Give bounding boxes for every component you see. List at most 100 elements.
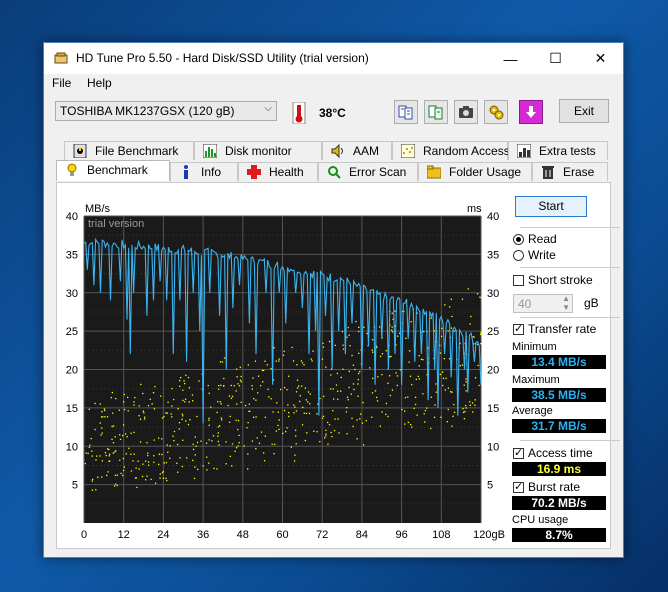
access-time-point: [230, 384, 232, 387]
tab-extra-tests[interactable]: Extra tests: [508, 141, 608, 160]
access-time-point: [286, 388, 288, 391]
burst-rate-checkbox[interactable]: [513, 480, 524, 493]
access-time-point: [418, 365, 420, 367]
access-time-point: [409, 350, 411, 352]
access-time-point: [137, 460, 139, 462]
short-stroke-spinner[interactable]: 40 ▲ ▼: [513, 294, 573, 313]
tab-health[interactable]: Health: [238, 162, 318, 181]
access-time-point: [407, 421, 410, 424]
close-button[interactable]: ✕: [578, 43, 623, 74]
access-time-point: [301, 385, 303, 387]
title-bar[interactable]: HD Tune Pro 5.50 - Hard Disk/SSD Utility…: [44, 43, 623, 74]
tab-erase[interactable]: Erase: [532, 162, 608, 181]
menu-file[interactable]: File: [52, 76, 71, 90]
access-time-point: [119, 459, 121, 461]
transfer-rate-checkbox[interactable]: [513, 322, 524, 335]
menu-help[interactable]: Help: [87, 76, 112, 90]
copy-all-button[interactable]: [424, 100, 448, 124]
access-time-point: [144, 460, 147, 462]
access-time-point: [100, 416, 103, 418]
tab-benchmark[interactable]: Benchmark: [56, 160, 170, 181]
access-time-checkbox[interactable]: [513, 446, 524, 459]
write-radio[interactable]: [513, 250, 524, 261]
maximize-button[interactable]: ☐: [533, 43, 578, 74]
access-time-point: [283, 409, 286, 412]
access-time-point: [109, 453, 111, 455]
access-time-point: [476, 293, 479, 295]
access-time-point: [362, 401, 364, 404]
access-time-point: [465, 407, 467, 409]
access-time-point: [423, 413, 425, 415]
access-time-point: [212, 435, 215, 437]
tab-file-benchmark[interactable]: File Benchmark: [64, 141, 194, 160]
access-time-point: [181, 465, 184, 468]
access-time-point: [114, 436, 116, 438]
access-time-point: [84, 462, 86, 465]
tab-aam[interactable]: AAM: [322, 141, 392, 160]
access-time-point: [237, 383, 239, 385]
screenshot-button[interactable]: [454, 100, 478, 124]
start-button[interactable]: Start: [515, 196, 587, 217]
copy-info-button[interactable]: [394, 100, 418, 124]
access-time-point: [295, 391, 298, 393]
access-time-point: [256, 437, 258, 439]
exit-button[interactable]: Exit: [559, 99, 609, 123]
access-time-point: [346, 396, 349, 398]
minimize-button[interactable]: —: [488, 43, 533, 74]
access-time-point: [439, 352, 442, 354]
access-time-point: [328, 424, 331, 426]
access-time-point: [221, 419, 223, 421]
access-time-point: [195, 445, 197, 447]
access-time-point: [116, 484, 118, 487]
access-time-point: [251, 388, 254, 390]
access-time-point: [115, 450, 117, 452]
access-time-point: [376, 346, 378, 349]
tab-error-scan[interactable]: Error Scan: [318, 162, 418, 181]
access-time-point: [87, 452, 89, 455]
access-time-point: [306, 432, 308, 434]
drive-dropdown[interactable]: TOSHIBA MK1237GSX (120 gB) ⌵: [55, 101, 277, 121]
spin-down-icon[interactable]: ▼: [562, 303, 570, 312]
access-time-point: [235, 447, 238, 449]
access-time-point: [173, 430, 176, 433]
access-time-point: [91, 478, 94, 481]
tab-folder-usage[interactable]: Folder Usage: [418, 162, 532, 181]
access-time-point: [409, 375, 412, 377]
access-time-point: [88, 446, 91, 448]
access-time-point: [206, 469, 208, 471]
access-time-point: [477, 364, 479, 367]
access-time-point: [391, 326, 393, 328]
tab-random-access[interactable]: Random Access: [392, 141, 510, 160]
tab-disk-monitor[interactable]: Disk monitor: [194, 141, 322, 160]
access-time-point: [388, 375, 391, 377]
access-time-point: [282, 432, 284, 435]
save-button[interactable]: [519, 100, 543, 124]
spin-up-icon[interactable]: ▲: [562, 294, 570, 303]
access-time-point: [346, 336, 348, 338]
access-time-point: [206, 456, 208, 458]
y-right-tick-label: 15: [487, 403, 499, 415]
access-time-point: [332, 388, 334, 390]
access-time-point: [119, 434, 121, 436]
access-time-point: [356, 438, 358, 440]
access-time-point: [223, 377, 225, 380]
access-time-point: [446, 421, 448, 423]
options-button[interactable]: [484, 100, 508, 124]
access-time-point: [122, 401, 125, 403]
short-stroke-checkbox[interactable]: [513, 275, 524, 286]
access-time-point: [323, 395, 325, 398]
access-time-point: [192, 443, 194, 445]
access-time-point: [237, 419, 240, 422]
access-time-point: [285, 430, 287, 433]
access-time-point: [272, 411, 274, 413]
access-time-point: [163, 462, 165, 464]
read-radio[interactable]: [513, 234, 524, 245]
access-time-point: [182, 389, 184, 391]
access-time-point: [451, 315, 453, 318]
tab-info[interactable]: Info: [170, 162, 238, 181]
access-time-point: [143, 418, 146, 420]
access-time-point: [114, 483, 117, 485]
access-time-point: [208, 392, 210, 394]
access-time-point: [89, 444, 91, 446]
access-time-point: [221, 361, 224, 363]
